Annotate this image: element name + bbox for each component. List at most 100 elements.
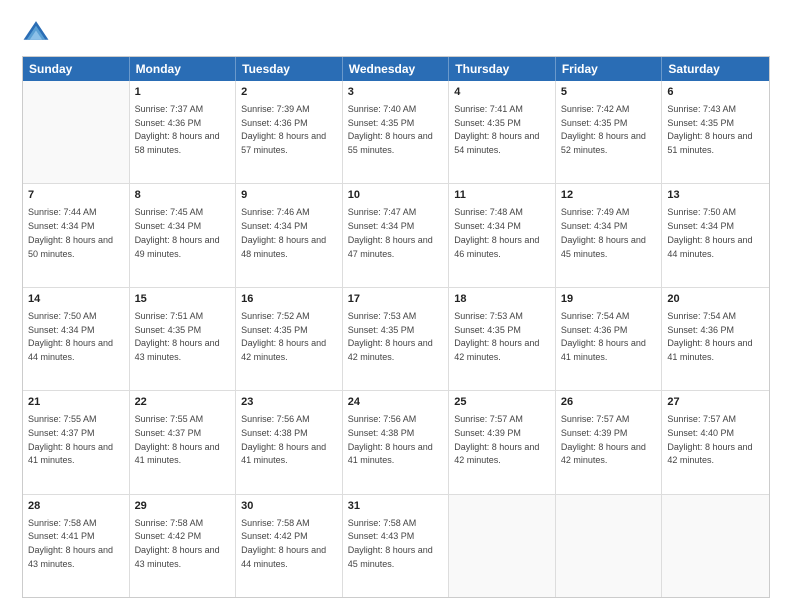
day-number: 21 [28,395,124,411]
day-header-saturday: Saturday [662,57,769,81]
day-number: 13 [667,188,764,204]
day-number: 8 [135,188,231,204]
day-number: 10 [348,188,444,204]
day-number: 7 [28,188,124,204]
cell-info: Sunrise: 7:39 AMSunset: 4:36 PMDaylight:… [241,104,326,155]
calendar-cell: 8 Sunrise: 7:45 AMSunset: 4:34 PMDaylight… [130,184,237,286]
cell-info: Sunrise: 7:57 AMSunset: 4:39 PMDaylight:… [561,414,646,465]
day-number: 24 [348,395,444,411]
day-number: 1 [135,85,231,101]
day-number: 23 [241,395,337,411]
header [22,18,770,46]
cell-info: Sunrise: 7:53 AMSunset: 4:35 PMDaylight:… [348,311,433,362]
calendar-cell: 7 Sunrise: 7:44 AMSunset: 4:34 PMDaylight… [23,184,130,286]
calendar-cell [662,495,769,597]
cell-info: Sunrise: 7:40 AMSunset: 4:35 PMDaylight:… [348,104,433,155]
calendar-cell: 31 Sunrise: 7:58 AMSunset: 4:43 PMDayligh… [343,495,450,597]
calendar-cell: 21 Sunrise: 7:55 AMSunset: 4:37 PMDayligh… [23,391,130,493]
day-number: 2 [241,85,337,101]
day-number: 26 [561,395,657,411]
day-number: 6 [667,85,764,101]
day-number: 3 [348,85,444,101]
day-number: 31 [348,499,444,515]
calendar-week-4: 21 Sunrise: 7:55 AMSunset: 4:37 PMDayligh… [23,391,769,494]
cell-info: Sunrise: 7:55 AMSunset: 4:37 PMDaylight:… [28,414,113,465]
calendar-cell: 3 Sunrise: 7:40 AMSunset: 4:35 PMDaylight… [343,81,450,183]
calendar-cell: 14Sunrise: 7:50 AMSunset: 4:34 PMDayligh… [23,288,130,390]
calendar-cell [449,495,556,597]
day-number: 22 [135,395,231,411]
cell-info: Sunrise: 7:56 AMSunset: 4:38 PMDaylight:… [348,414,433,465]
day-header-friday: Friday [556,57,663,81]
calendar-cell: 12 Sunrise: 7:49 AMSunset: 4:34 PMDayligh… [556,184,663,286]
calendar-cell: 22Sunrise: 7:55 AMSunset: 4:37 PMDayligh… [130,391,237,493]
calendar-cell: 13 Sunrise: 7:50 AMSunset: 4:34 PMDayligh… [662,184,769,286]
cell-info: Sunrise: 7:54 AMSunset: 4:36 PMDaylight:… [561,311,646,362]
calendar: SundayMondayTuesdayWednesdayThursdayFrid… [22,56,770,598]
day-number: 4 [454,85,550,101]
calendar-cell: 24 Sunrise: 7:56 AMSunset: 4:38 PMDayligh… [343,391,450,493]
cell-info: Sunrise: 7:41 AMSunset: 4:35 PMDaylight:… [454,104,539,155]
calendar-cell: 2 Sunrise: 7:39 AMSunset: 4:36 PMDaylight… [236,81,343,183]
calendar-cell: 17Sunrise: 7:53 AMSunset: 4:35 PMDayligh… [343,288,450,390]
calendar-week-1: 1 Sunrise: 7:37 AMSunset: 4:36 PMDaylight… [23,81,769,184]
day-number: 25 [454,395,550,411]
cell-info: Sunrise: 7:53 AMSunset: 4:35 PMDaylight:… [454,311,539,362]
day-number: 20 [667,292,764,308]
calendar-cell: 19 Sunrise: 7:54 AMSunset: 4:36 PMDayligh… [556,288,663,390]
calendar-cell [556,495,663,597]
day-number: 16 [241,292,337,308]
calendar-cell [23,81,130,183]
cell-info: Sunrise: 7:50 AMSunset: 4:34 PMDaylight:… [667,207,752,258]
cell-info: Sunrise: 7:44 AMSunset: 4:34 PMDaylight:… [28,207,113,258]
day-number: 5 [561,85,657,101]
cell-info: Sunrise: 7:54 AMSunset: 4:36 PMDaylight:… [667,311,752,362]
cell-info: Sunrise: 7:43 AMSunset: 4:35 PMDaylight:… [667,104,752,155]
day-number: 11 [454,188,550,204]
cell-info: Sunrise: 7:56 AMSunset: 4:38 PMDaylight:… [241,414,326,465]
day-number: 15 [135,292,231,308]
cell-info: Sunrise: 7:52 AMSunset: 4:35 PMDaylight:… [241,311,326,362]
day-number: 30 [241,499,337,515]
cell-info: Sunrise: 7:45 AMSunset: 4:34 PMDaylight:… [135,207,220,258]
calendar-cell: 26 Sunrise: 7:57 AMSunset: 4:39 PMDayligh… [556,391,663,493]
cell-info: Sunrise: 7:58 AMSunset: 4:42 PMDaylight:… [241,518,326,569]
calendar-cell: 9Sunrise: 7:46 AMSunset: 4:34 PMDaylight… [236,184,343,286]
cell-info: Sunrise: 7:58 AMSunset: 4:42 PMDaylight:… [135,518,220,569]
day-number: 27 [667,395,764,411]
day-header-sunday: Sunday [23,57,130,81]
cell-info: Sunrise: 7:47 AMSunset: 4:34 PMDaylight:… [348,207,433,258]
calendar-week-2: 7 Sunrise: 7:44 AMSunset: 4:34 PMDaylight… [23,184,769,287]
calendar-week-5: 28 Sunrise: 7:58 AMSunset: 4:41 PMDayligh… [23,495,769,597]
calendar-cell: 5 Sunrise: 7:42 AMSunset: 4:35 PMDaylight… [556,81,663,183]
cell-info: Sunrise: 7:42 AMSunset: 4:35 PMDaylight:… [561,104,646,155]
day-number: 12 [561,188,657,204]
calendar-cell: 16 Sunrise: 7:52 AMSunset: 4:35 PMDayligh… [236,288,343,390]
calendar-cell: 1 Sunrise: 7:37 AMSunset: 4:36 PMDaylight… [130,81,237,183]
day-number: 29 [135,499,231,515]
page: SundayMondayTuesdayWednesdayThursdayFrid… [0,0,792,612]
cell-info: Sunrise: 7:58 AMSunset: 4:41 PMDaylight:… [28,518,113,569]
day-number: 28 [28,499,124,515]
cell-info: Sunrise: 7:58 AMSunset: 4:43 PMDaylight:… [348,518,433,569]
calendar-cell: 23 Sunrise: 7:56 AMSunset: 4:38 PMDayligh… [236,391,343,493]
day-number: 18 [454,292,550,308]
calendar-cell: 4 Sunrise: 7:41 AMSunset: 4:35 PMDaylight… [449,81,556,183]
calendar-cell: 28 Sunrise: 7:58 AMSunset: 4:41 PMDayligh… [23,495,130,597]
cell-info: Sunrise: 7:49 AMSunset: 4:34 PMDaylight:… [561,207,646,258]
calendar-cell: 20 Sunrise: 7:54 AMSunset: 4:36 PMDayligh… [662,288,769,390]
calendar-cell: 11 Sunrise: 7:48 AMSunset: 4:34 PMDayligh… [449,184,556,286]
day-number: 9 [241,188,337,204]
calendar-cell: 18 Sunrise: 7:53 AMSunset: 4:35 PMDayligh… [449,288,556,390]
calendar-cell: 29 Sunrise: 7:58 AMSunset: 4:42 PMDayligh… [130,495,237,597]
day-header-tuesday: Tuesday [236,57,343,81]
calendar-cell: 25Sunrise: 7:57 AMSunset: 4:39 PMDayligh… [449,391,556,493]
calendar-cell: 6 Sunrise: 7:43 AMSunset: 4:35 PMDaylight… [662,81,769,183]
cell-info: Sunrise: 7:37 AMSunset: 4:36 PMDaylight:… [135,104,220,155]
day-number: 14 [28,292,124,308]
cell-info: Sunrise: 7:48 AMSunset: 4:34 PMDaylight:… [454,207,539,258]
calendar-cell: 27Sunrise: 7:57 AMSunset: 4:40 PMDayligh… [662,391,769,493]
cell-info: Sunrise: 7:51 AMSunset: 4:35 PMDaylight:… [135,311,220,362]
logo-icon [22,18,50,46]
day-number: 19 [561,292,657,308]
